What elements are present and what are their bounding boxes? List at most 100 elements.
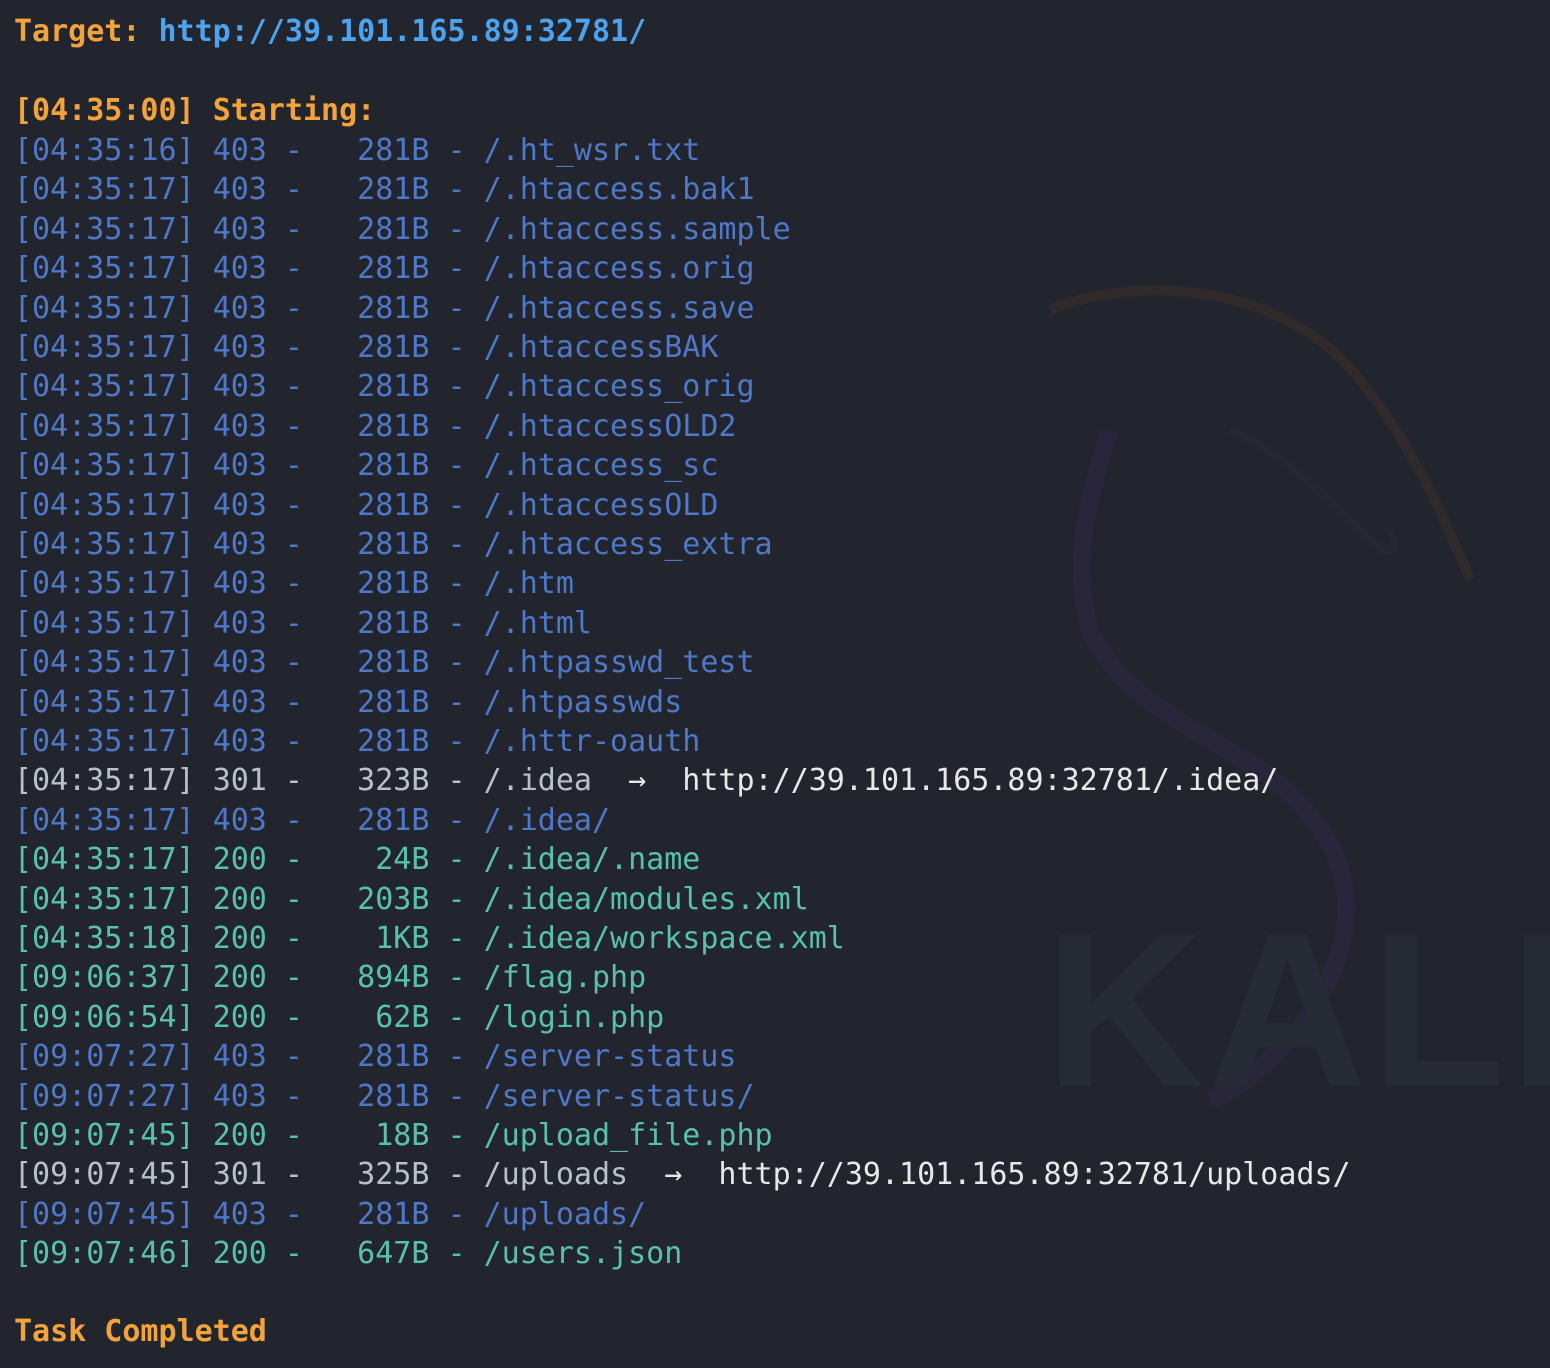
result-row: [04:35:17] 200 - 24B - /.idea/.name: [14, 840, 700, 880]
row-size: 281B: [357, 527, 430, 562]
starting-line: [04:35:00] Starting:: [14, 91, 375, 131]
row-time: [04:35:17]: [14, 566, 195, 602]
row-size: 281B: [357, 290, 430, 326]
row-time: [04:35:17]: [14, 330, 195, 365]
result-row: [09:07:45] 403 - 281B - /uploads/: [14, 1195, 646, 1235]
result-row: [04:35:17] 403 - 281B - /.htm: [14, 564, 574, 604]
redirect-url[interactable]: http://39.101.165.89:32781/.idea/: [682, 763, 1278, 798]
task-completed-line: Task Completed: [14, 1314, 267, 1349]
row-time: [09:07:45]: [14, 1196, 195, 1232]
row-size: 281B: [357, 684, 430, 720]
row-status: 403: [212, 369, 267, 405]
row-path: /login.php: [483, 999, 665, 1035]
row-time: [04:35:17]: [14, 211, 195, 247]
result-row: [09:07:46] 200 - 647B - /users.json: [14, 1234, 682, 1274]
row-time: [09:06:54]: [14, 999, 195, 1035]
row-size: 281B: [357, 645, 430, 681]
row-size: 281B: [357, 802, 430, 838]
row-size: 281B: [357, 251, 430, 287]
row-size: 281B: [357, 369, 430, 405]
row-time: [04:35:17]: [14, 763, 195, 799]
row-path: /.ht_wsr.txt: [483, 133, 701, 168]
row-path: /.htaccess_orig: [483, 369, 755, 405]
row-path: /.htpasswd_test: [483, 645, 755, 681]
result-row: [04:35:17] 403 - 281B - /.htaccess_sc: [14, 446, 718, 486]
row-size: 281B: [357, 133, 430, 168]
row-size: 281B: [357, 566, 430, 602]
row-status: 200: [212, 1118, 267, 1153]
row-path: /.htm: [483, 566, 574, 602]
result-row: [09:07:45] 301 - 325B - /uploads → http:…: [14, 1155, 1351, 1195]
row-path: /.htaccess.save: [483, 290, 755, 326]
row-time: [04:35:17]: [14, 645, 195, 681]
row-path: /.htaccess.sample: [483, 211, 791, 247]
row-time: [04:35:17]: [14, 724, 195, 759]
row-time: [04:35:17]: [14, 487, 195, 523]
starting-time: [04:35:00]: [14, 93, 195, 128]
row-time: [09:06:37]: [14, 960, 195, 996]
row-time: [09:07:45]: [14, 1157, 195, 1193]
row-status: 403: [212, 527, 267, 562]
row-time: [09:07:27]: [14, 1078, 195, 1114]
row-path: /.htaccessOLD: [483, 487, 719, 523]
row-time: [04:35:17]: [14, 842, 195, 878]
row-status: 200: [212, 960, 267, 996]
row-time: [04:35:17]: [14, 605, 195, 641]
row-path: /.htaccess_sc: [483, 448, 719, 484]
result-row: [04:35:17] 403 - 281B - /.htaccess_extra: [14, 525, 773, 565]
row-size: 281B: [357, 408, 430, 444]
row-time: [04:35:18]: [14, 921, 195, 956]
row-time: [09:07:27]: [14, 1039, 195, 1075]
row-size: 18B: [375, 1118, 430, 1153]
row-path: /server-status: [483, 1039, 737, 1075]
row-status: 403: [212, 172, 267, 208]
row-path: /.htpasswds: [483, 684, 683, 720]
row-status: 301: [212, 1157, 267, 1193]
row-path: /server-status/: [483, 1078, 755, 1114]
row-status: 200: [212, 1236, 267, 1272]
row-status: 403: [212, 684, 267, 720]
redirect-arrow-icon: →: [664, 1157, 683, 1193]
result-row: [04:35:17] 403 - 281B - /.htaccess.bak1: [14, 170, 755, 210]
row-size: 62B: [375, 999, 430, 1035]
result-row: [04:35:17] 403 - 281B - /.htaccess.save: [14, 289, 755, 329]
row-size: 281B: [357, 330, 430, 365]
row-path: /.idea: [483, 763, 592, 799]
row-time: [09:07:46]: [14, 1236, 195, 1272]
row-path: /.idea/modules.xml: [483, 881, 809, 917]
row-status: 403: [212, 1039, 267, 1075]
row-size: 281B: [357, 1196, 430, 1232]
result-row: [04:35:17] 403 - 281B - /.htaccess.orig: [14, 249, 755, 289]
row-size: 1KB: [375, 921, 430, 956]
row-status: 403: [212, 211, 267, 247]
row-status: 403: [212, 566, 267, 602]
row-time: [04:35:17]: [14, 802, 195, 838]
row-status: 200: [212, 842, 267, 878]
row-size: 325B: [357, 1157, 430, 1193]
row-status: 403: [212, 251, 267, 287]
result-row: [09:07:27] 403 - 281B - /server-status: [14, 1037, 736, 1077]
row-size: 323B: [357, 763, 430, 799]
row-time: [04:35:17]: [14, 881, 195, 917]
row-size: 281B: [357, 1078, 430, 1114]
row-size: 281B: [357, 448, 430, 484]
result-row: [04:35:17] 403 - 281B - /.htaccess.sampl…: [14, 210, 791, 250]
result-row: [04:35:17] 403 - 281B - /.httr-oauth: [14, 722, 700, 762]
redirect-url[interactable]: http://39.101.165.89:32781/uploads/: [718, 1157, 1350, 1192]
terminal-window[interactable]: KALI Target: http://39.101.165.89:32781/…: [0, 0, 1550, 1368]
row-size: 24B: [375, 842, 430, 878]
row-path: /users.json: [483, 1236, 683, 1272]
target-line: Target: http://39.101.165.89:32781/: [14, 12, 646, 52]
row-time: [04:35:17]: [14, 684, 195, 720]
target-url[interactable]: http://39.101.165.89:32781/: [159, 14, 647, 49]
result-row: [04:35:17] 403 - 281B - /.htaccessOLD2: [14, 407, 736, 447]
row-status: 403: [212, 487, 267, 523]
row-status: 403: [212, 408, 267, 444]
row-time: [04:35:17]: [14, 527, 195, 562]
row-status: 200: [212, 999, 267, 1035]
result-row: [09:06:54] 200 - 62B - /login.php: [14, 998, 664, 1038]
row-path: /.htaccessOLD2: [483, 408, 737, 444]
row-path: /.httr-oauth: [483, 724, 701, 759]
row-size: 894B: [357, 960, 430, 996]
row-status: 403: [212, 645, 267, 681]
